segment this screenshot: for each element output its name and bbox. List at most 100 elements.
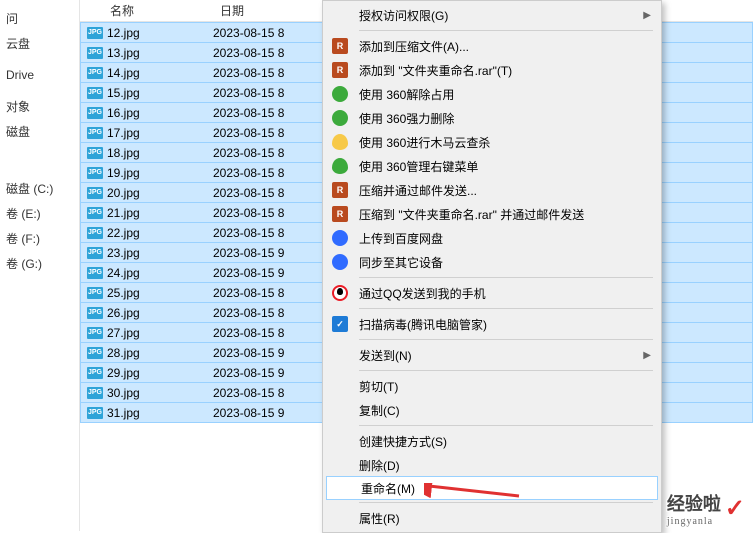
sidebar-item[interactable]: [0, 168, 79, 176]
jpg-icon: JPG: [87, 307, 103, 319]
sidebar: 问 云盘 Drive 对象 磁盘 磁盘 (C:) 卷 (E:) 卷 (F:) 卷…: [0, 0, 80, 531]
jpg-icon: JPG: [87, 407, 103, 419]
menu-rename[interactable]: 重命名(M): [326, 476, 658, 500]
jpg-icon: JPG: [87, 227, 103, 239]
sidebar-item[interactable]: 磁盘 (C:): [0, 176, 79, 201]
jpg-icon: JPG: [87, 167, 103, 179]
file-name: 25.jpg: [107, 286, 213, 300]
menu-archive-mail[interactable]: R 压缩并通过邮件发送...: [325, 178, 659, 202]
sidebar-item[interactable]: [0, 160, 79, 168]
menu-separator: [359, 30, 653, 31]
jpg-icon: JPG: [87, 147, 103, 159]
file-name: 19.jpg: [107, 166, 213, 180]
jpg-icon: JPG: [87, 207, 103, 219]
jpg-icon: JPG: [87, 327, 103, 339]
cloud-icon: [331, 229, 349, 247]
header-name[interactable]: 名称: [80, 2, 220, 19]
blank-icon: [331, 456, 349, 474]
blank-icon: [331, 432, 349, 450]
menu-label: 通过QQ发送到我的手机: [359, 285, 641, 302]
menu-archive-to-mail[interactable]: R 压缩到 "文件夹重命名.rar" 并通过邮件发送: [325, 202, 659, 226]
context-menu: 授权访问权限(G) ▶ R 添加到压缩文件(A)... R 添加到 "文件夹重命…: [322, 0, 662, 533]
watermark-sub: jingyanla: [667, 516, 721, 527]
sidebar-item[interactable]: 卷 (G:): [0, 251, 79, 276]
rar-icon: R: [331, 37, 349, 55]
menu-label: 同步至其它设备: [359, 254, 641, 271]
menu-add-archive[interactable]: R 添加到压缩文件(A)...: [325, 34, 659, 58]
menu-label: 压缩并通过邮件发送...: [359, 182, 641, 199]
menu-label: 删除(D): [359, 457, 641, 474]
file-name: 20.jpg: [107, 186, 213, 200]
menu-properties[interactable]: 属性(R): [325, 506, 659, 530]
sync-icon: [331, 253, 349, 271]
file-name: 30.jpg: [107, 386, 213, 400]
menu-label: 扫描病毒(腾讯电脑管家): [359, 316, 641, 333]
watermark: 经验啦 jingyanla ✓: [667, 490, 745, 527]
file-name: 14.jpg: [107, 66, 213, 80]
rar-icon: R: [331, 181, 349, 199]
menu-scan-virus[interactable]: ✓ 扫描病毒(腾讯电脑管家): [325, 312, 659, 336]
menu-add-to-rar[interactable]: R 添加到 "文件夹重命名.rar"(T): [325, 58, 659, 82]
menu-360-unlock[interactable]: 使用 360解除占用: [325, 82, 659, 106]
sidebar-item[interactable]: [0, 144, 79, 152]
check-icon: ✓: [725, 494, 745, 523]
file-name: 12.jpg: [107, 26, 213, 40]
file-name: 17.jpg: [107, 126, 213, 140]
menu-360-trojan[interactable]: 使用 360进行木马云查杀: [325, 130, 659, 154]
menu-delete[interactable]: 删除(D): [325, 453, 659, 477]
sidebar-item[interactable]: Drive: [0, 64, 79, 86]
menu-create-shortcut[interactable]: 创建快捷方式(S): [325, 429, 659, 453]
sidebar-item[interactable]: [0, 152, 79, 160]
menu-label: 添加到 "文件夹重命名.rar"(T): [359, 62, 641, 79]
sidebar-item[interactable]: [0, 86, 79, 94]
file-name: 13.jpg: [107, 46, 213, 60]
menu-cut[interactable]: 剪切(T): [325, 374, 659, 398]
menu-grant-access[interactable]: 授权访问权限(G) ▶: [325, 3, 659, 27]
menu-baidu-upload[interactable]: 上传到百度网盘: [325, 226, 659, 250]
menu-separator: [359, 370, 653, 371]
menu-label: 使用 360进行木马云查杀: [359, 134, 641, 151]
sidebar-item[interactable]: 磁盘: [0, 119, 79, 144]
sidebar-item[interactable]: [0, 56, 79, 64]
shield-icon: [331, 157, 349, 175]
menu-label: 创建快捷方式(S): [359, 433, 641, 450]
file-name: 15.jpg: [107, 86, 213, 100]
menu-label: 上传到百度网盘: [359, 230, 641, 247]
blank-icon: [331, 509, 349, 527]
file-name: 21.jpg: [107, 206, 213, 220]
sidebar-item[interactable]: 卷 (F:): [0, 226, 79, 251]
jpg-icon: JPG: [87, 107, 103, 119]
menu-sync-device[interactable]: 同步至其它设备: [325, 250, 659, 274]
jpg-icon: JPG: [87, 87, 103, 99]
jpg-icon: JPG: [87, 47, 103, 59]
jpg-icon: JPG: [87, 347, 103, 359]
menu-360-delete[interactable]: 使用 360强力删除: [325, 106, 659, 130]
rar-icon: R: [331, 61, 349, 79]
menu-label: 重命名(M): [361, 480, 639, 497]
menu-copy[interactable]: 复制(C): [325, 398, 659, 422]
sidebar-item[interactable]: 云盘: [0, 31, 79, 56]
jpg-icon: JPG: [87, 287, 103, 299]
menu-360-context[interactable]: 使用 360管理右键菜单: [325, 154, 659, 178]
menu-label: 使用 360强力删除: [359, 110, 641, 127]
file-name: 22.jpg: [107, 226, 213, 240]
file-name: 18.jpg: [107, 146, 213, 160]
jpg-icon: JPG: [87, 367, 103, 379]
menu-send-to[interactable]: 发送到(N) ▶: [325, 343, 659, 367]
sidebar-item[interactable]: 问: [0, 6, 79, 31]
shield-icon: [331, 133, 349, 151]
rar-icon: R: [331, 205, 349, 223]
qq-icon: [331, 284, 349, 302]
jpg-icon: JPG: [87, 247, 103, 259]
jpg-icon: JPG: [87, 67, 103, 79]
file-name: 31.jpg: [107, 406, 213, 420]
menu-qq-send[interactable]: 通过QQ发送到我的手机: [325, 281, 659, 305]
sidebar-item[interactable]: 对象: [0, 94, 79, 119]
sidebar-item[interactable]: 卷 (E:): [0, 201, 79, 226]
menu-label: 使用 360管理右键菜单: [359, 158, 641, 175]
menu-label: 剪切(T): [359, 378, 641, 395]
jpg-icon: JPG: [87, 387, 103, 399]
jpg-icon: JPG: [87, 187, 103, 199]
watermark-text: 经验啦: [667, 494, 721, 514]
file-name: 24.jpg: [107, 266, 213, 280]
